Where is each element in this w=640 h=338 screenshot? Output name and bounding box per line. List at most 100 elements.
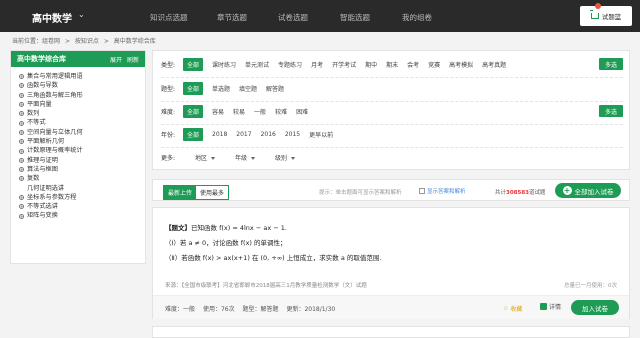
expand-plus-icon[interactable]: + [19,213,24,219]
tree-item[interactable]: + 空间向量与立体几何 [19,128,145,137]
filter-option[interactable]: 月考 [311,60,323,69]
tree-item[interactable]: + 平面解析几何 [19,137,145,146]
region-dropdown[interactable]: 地区 [195,153,216,162]
updated-text: 更新：2018/1/30 [286,306,336,313]
tree-item[interactable]: + 不等式 [19,118,145,127]
tree-item[interactable]: + 平面向量 [19,100,145,109]
panel-title: 高中数学综合库 [17,55,66,63]
tree-item[interactable]: + 矩阵与变换 [19,211,145,220]
filter-option[interactable]: 2015 [285,131,300,138]
breadcrumb-home[interactable]: 当前位置：组卷网 [12,38,60,45]
expand-plus-icon[interactable]: + [19,204,24,210]
tree-item[interactable]: + 复数 [19,174,145,183]
favorite-button[interactable]: ☆ 收藏 [503,304,522,313]
expand-plus-icon[interactable]: + [19,176,24,182]
tree-item[interactable]: + 数列 [19,109,145,118]
add-to-paper-button[interactable]: 加入试卷 [571,300,619,315]
filter-more-row: 更多: 地区 年级 级别 [153,148,631,166]
expand-plus-icon[interactable]: + [19,111,24,117]
expand-plus-icon[interactable]: + [19,195,24,200]
filter-option[interactable]: 高考模拟 [449,60,473,69]
multi-select-button[interactable]: 多选 [599,105,623,117]
basket-badge [595,3,601,9]
expand-plus-icon[interactable]: + [19,139,24,145]
tree-item[interactable]: + 坐标系与参数方程 [19,193,145,202]
filter-option[interactable]: 一般 [254,107,266,116]
expand-plus-icon[interactable]: + [19,148,24,154]
tree-item[interactable]: + 三角函数与解三角形 [19,91,145,100]
filter-option[interactable]: 竞赛 [428,60,440,69]
filter-option[interactable]: 较难 [275,107,287,116]
filter-option[interactable]: 更早以前 [309,130,333,139]
nav-chapter[interactable]: 章节选题 [217,12,247,23]
sort-tabs: 最新上传 使用最多 [163,185,230,200]
expand-plus-icon[interactable]: + [19,120,24,126]
filter-option[interactable]: 填空题 [239,84,257,93]
tree-item[interactable]: + 计数原理与概率统计 [19,146,145,155]
filter-option[interactable]: 课时练习 [212,60,236,69]
filter-option[interactable]: 单选题 [212,84,230,93]
filter-option[interactable]: 困难 [296,107,308,116]
tree-item[interactable]: + 推理与证明 [19,156,145,165]
filter-option[interactable]: 全部 [183,57,204,71]
filter-option[interactable]: 全部 [183,104,204,118]
nav-knowledge[interactable]: 知识点选题 [150,12,188,23]
filter-option[interactable]: 全部 [183,81,204,95]
tree-item-label: 数列 [27,110,40,118]
filter-option[interactable]: 期中 [365,60,377,69]
filter-option[interactable]: 解答题 [266,84,284,93]
filter-option[interactable]: 高考真题 [482,60,506,69]
tree-item-label: 空间向量与立体几何 [27,128,83,136]
basket-button[interactable]: 试题篮 [580,6,632,26]
grade-dropdown[interactable]: 年级 [235,153,256,162]
question-card[interactable]: 【题文】已知函数 f(x) = 4lnx − ax − 1. （Ⅰ）若 a ≠ … [152,207,630,319]
expand-plus-icon[interactable]: + [19,92,24,98]
tree-item[interactable]: + 函数与导数 [19,81,145,90]
filter-option[interactable]: 全部 [183,127,204,141]
filter-option[interactable]: 单元测试 [245,60,269,69]
question-source[interactable]: 来源：【全国市级联考】河北省邯郸市2018届高三1月教学质量检测数学（文）试题 [165,281,367,289]
sort-latest-tab[interactable]: 最新上传 [164,186,197,199]
expand-plus-icon[interactable]: + [19,157,24,163]
expand-plus-icon[interactable]: + [19,167,24,173]
chevron-down-icon[interactable]: ⌄ [78,10,85,19]
multi-select-button[interactable]: 多选 [599,58,623,70]
expand-plus-icon[interactable]: + [19,83,24,89]
star-icon: ☆ [503,305,509,312]
knowledge-tree: + 集合与常用逻辑用语 + 函数与导数 + 三角函数与解三角形 + 平面向量 + 数列 + 不等式 + 空… [11,67,145,221]
filter-option[interactable]: 容易 [212,107,224,116]
expand-plus-icon[interactable]: + [19,102,24,108]
level-dropdown[interactable]: 级别 [275,153,296,162]
add-all-button[interactable]: + 全部加入试卷 [555,183,621,198]
filter-qtype-row: 题型: 全部 单选题 填空题 解答题 [153,79,631,97]
nav-paper[interactable]: 试卷选题 [278,12,308,23]
filter-option[interactable]: 2016 [261,131,276,138]
expand-button[interactable]: 展开 [110,57,122,64]
filter-option[interactable]: 2018 [212,131,227,138]
expand-plus-icon[interactable]: + [19,129,24,135]
tree-item[interactable]: 几何证明选讲 [19,184,145,193]
filter-option[interactable]: 专题练习 [278,60,302,69]
filter-option[interactable]: 2017 [236,131,251,138]
breadcrumb-knowledge[interactable]: 按知识点 [75,38,99,45]
refresh-button[interactable]: 刷新 [127,57,139,64]
show-answer-toggle[interactable]: 显示答案和解析 [419,187,466,195]
sort-popular-tab[interactable]: 使用最多 [196,186,229,199]
checkbox-icon[interactable] [419,188,425,194]
breadcrumb: 当前位置：组卷网 > 按知识点 > 高中数学综合库 [12,36,159,45]
filter-option[interactable]: 较易 [233,107,245,116]
question-usage: 总量已一月使用：0次 [564,283,617,289]
tree-item[interactable]: + 集合与常用逻辑用语 [19,72,145,81]
filter-option[interactable]: 会考 [407,60,419,69]
filter-option[interactable]: 期末 [386,60,398,69]
subject-selector[interactable]: 高中数学 [32,10,72,25]
tree-item[interactable]: + 算法与框图 [19,165,145,174]
nav-smart[interactable]: 智能选题 [340,12,370,23]
tree-item[interactable]: + 不等式选讲 [19,202,145,211]
nav-my-papers[interactable]: 我的组卷 [402,12,432,23]
next-question-card[interactable] [152,326,630,338]
total-count: 共计308583道试题 [495,190,546,196]
expand-plus-icon[interactable]: + [19,74,24,80]
filter-option[interactable]: 开学考试 [332,60,356,69]
detail-button[interactable]: 详情 [540,302,561,311]
